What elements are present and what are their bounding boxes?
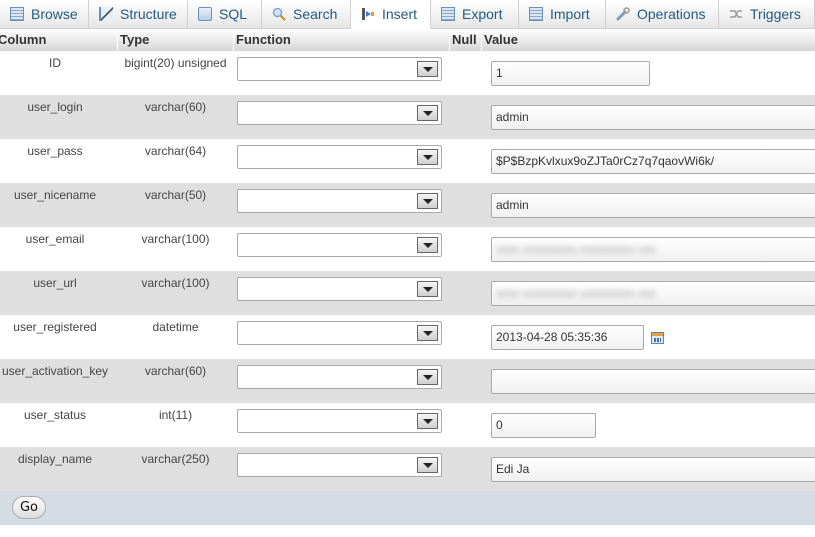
- search-icon: [272, 7, 286, 21]
- tab-label: Import: [550, 6, 590, 22]
- table-row: user_login varchar(60) admin: [0, 95, 815, 139]
- table-row: user_email varchar(100) xxxx xxxxxxxxx x…: [0, 227, 815, 271]
- value-input[interactable]: 0: [491, 413, 596, 438]
- chevron-down-icon[interactable]: [417, 413, 438, 429]
- tab-label: Search: [293, 6, 338, 22]
- import-icon: [529, 7, 543, 21]
- function-select[interactable]: [237, 57, 442, 81]
- calendar-icon[interactable]: [651, 332, 664, 344]
- value-input[interactable]: [491, 369, 815, 394]
- header-column: Column: [0, 32, 47, 47]
- value-input[interactable]: Edi Ja: [491, 457, 815, 482]
- column-type: varchar(60): [144, 100, 207, 114]
- column-type: varchar(50): [144, 188, 207, 202]
- column-type: varchar(64): [144, 144, 207, 158]
- tab-label: Browse: [31, 6, 78, 22]
- column-type: bigint(20) unsigned: [124, 56, 227, 70]
- function-select[interactable]: [237, 321, 442, 345]
- tab-label: Operations: [637, 6, 706, 22]
- tab-bar: Browse Structure SQL Search Insert Expor…: [0, 0, 815, 29]
- tab-operations[interactable]: Operations: [606, 0, 719, 28]
- value-input[interactable]: 1: [491, 61, 650, 86]
- table-row: user_nicename varchar(50) admin: [0, 183, 815, 227]
- chevron-down-icon[interactable]: [417, 193, 438, 209]
- header-value: Value: [481, 29, 815, 51]
- function-select[interactable]: [237, 101, 442, 125]
- value-input[interactable]: admin: [491, 105, 815, 130]
- tab-browse[interactable]: Browse: [0, 0, 89, 28]
- value-input[interactable]: admin: [491, 193, 815, 218]
- structure-icon: [99, 7, 113, 21]
- tab-structure[interactable]: Structure: [89, 0, 188, 28]
- table-row: user_activation_key varchar(60): [0, 359, 815, 403]
- column-name: display_name: [17, 452, 93, 466]
- column-type: varchar(100): [141, 276, 210, 290]
- tab-label: Structure: [120, 6, 177, 22]
- table-header: Column Type Function Null Value: [0, 29, 815, 51]
- table-row: user_url varchar(100) xxxx xxxxxxxxx xxx…: [0, 271, 815, 315]
- export-icon: [441, 7, 455, 21]
- column-type: varchar(100): [141, 232, 210, 246]
- tab-sql[interactable]: SQL: [188, 0, 262, 28]
- triggers-icon: [729, 7, 743, 21]
- wrench-icon: [616, 7, 630, 21]
- header-null: Null: [449, 29, 481, 51]
- column-name: user_registered: [13, 320, 97, 334]
- table-row: user_status int(11) 0: [0, 403, 815, 447]
- form-footer: Go: [0, 491, 815, 525]
- insert-icon: [361, 7, 375, 21]
- value-input-blurred[interactable]: xxxx xxxxxxxxx xxxxxxxxx xxx: [491, 281, 815, 306]
- column-name: user_email: [25, 232, 85, 246]
- function-select[interactable]: [237, 409, 442, 433]
- tab-label: SQL: [219, 6, 248, 22]
- chevron-down-icon[interactable]: [417, 105, 438, 121]
- table-row: user_pass varchar(64) $P$BzpKvlxux9oZJTa…: [0, 139, 815, 183]
- chevron-down-icon[interactable]: [417, 61, 438, 77]
- value-input-blurred[interactable]: xxxx xxxxxxxxx xxxxxxxxx xxx: [491, 237, 815, 262]
- column-name: user_pass: [27, 144, 83, 158]
- chevron-down-icon[interactable]: [417, 369, 438, 385]
- function-select[interactable]: [237, 233, 442, 257]
- chevron-down-icon[interactable]: [417, 325, 438, 341]
- value-input[interactable]: $P$BzpKvlxux9oZJTa0rCz7q7qaovWi6k/: [491, 149, 815, 174]
- tab-label: Triggers: [750, 6, 801, 22]
- function-select[interactable]: [237, 277, 442, 301]
- go-button[interactable]: Go: [12, 496, 46, 519]
- sql-icon: [198, 7, 212, 21]
- tab-search[interactable]: Search: [262, 0, 351, 28]
- column-name: ID: [49, 56, 61, 70]
- tab-export[interactable]: Export: [431, 0, 519, 28]
- function-select[interactable]: [237, 453, 442, 477]
- column-name: user_url: [33, 276, 77, 290]
- column-name: user_activation_key: [1, 364, 109, 378]
- header-function: Function: [233, 29, 449, 51]
- column-name: user_nicename: [13, 188, 97, 202]
- chevron-down-icon[interactable]: [417, 281, 438, 297]
- function-select[interactable]: [237, 189, 442, 213]
- browse-icon: [10, 7, 24, 21]
- column-name: user_status: [23, 408, 87, 422]
- column-name: user_login: [27, 100, 83, 114]
- tab-insert[interactable]: Insert: [351, 0, 431, 29]
- function-select[interactable]: [237, 365, 442, 389]
- tab-triggers[interactable]: Triggers: [719, 0, 815, 28]
- tab-import[interactable]: Import: [519, 0, 606, 28]
- table-row: display_name varchar(250) Edi Ja: [0, 447, 815, 491]
- value-input[interactable]: 2013-04-28 05:35:36: [491, 325, 644, 350]
- tab-label: Export: [462, 6, 503, 22]
- column-type: varchar(60): [144, 364, 207, 378]
- column-type: int(11): [158, 408, 193, 422]
- tab-label: Insert: [382, 6, 418, 22]
- table-row: ID bigint(20) unsigned 1: [0, 51, 815, 95]
- chevron-down-icon[interactable]: [417, 457, 438, 473]
- chevron-down-icon[interactable]: [417, 237, 438, 253]
- table-row: user_registered datetime 2013-04-28 05:3…: [0, 315, 815, 359]
- chevron-down-icon[interactable]: [417, 149, 438, 165]
- column-type: datetime: [152, 320, 199, 334]
- column-type: varchar(250): [141, 452, 210, 466]
- function-select[interactable]: [237, 145, 442, 169]
- header-type: Type: [117, 29, 233, 51]
